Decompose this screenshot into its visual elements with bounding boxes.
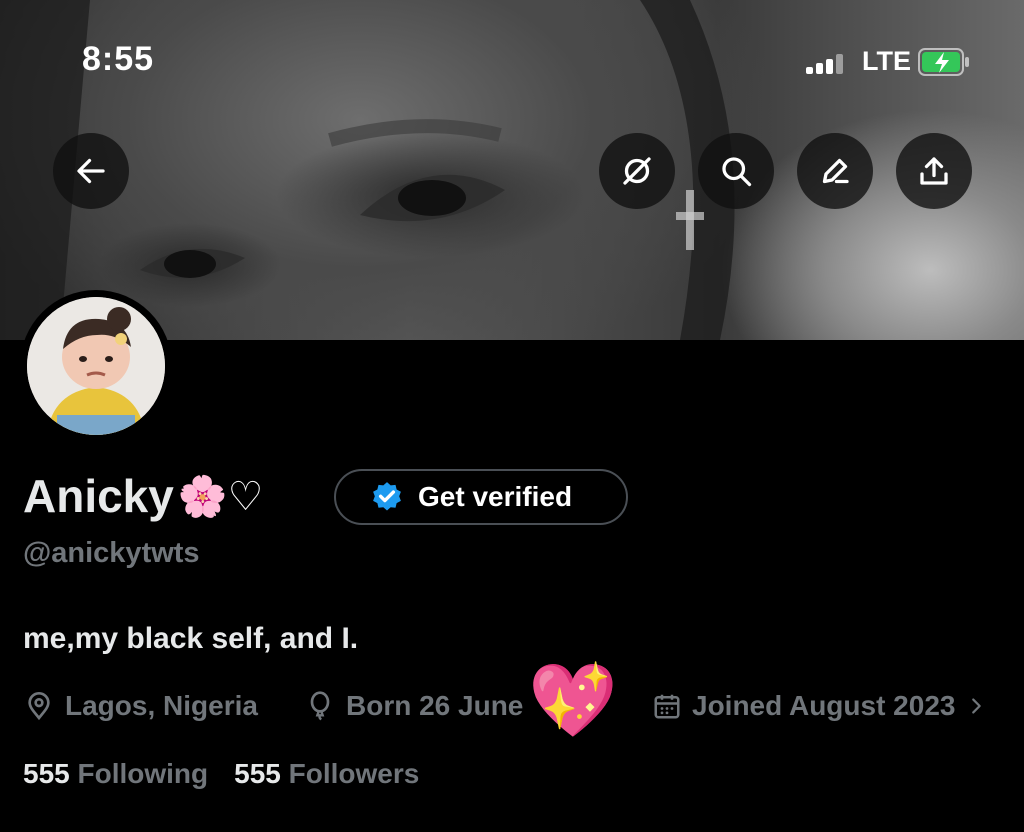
profile-handle: @anickytwts [23,537,200,569]
following-link[interactable]: 555 Following [23,758,208,790]
network-type: LTE [862,46,911,76]
cellular-signal-icon [806,54,846,74]
follow-stats: 555 Following 555 Followers [23,758,419,790]
avatar-photo [27,297,165,435]
name-emojis: 🌸♡ [177,473,264,520]
grok-button[interactable] [599,133,675,209]
calendar-icon [654,694,680,719]
profile-birthday: Born 26 June [304,686,523,726]
get-verified-label: Get verified [418,481,573,512]
display-name: Anicky [23,470,174,522]
birthday-text: Born 26 June [346,690,524,721]
edit-button[interactable] [797,133,873,209]
edit-pencil-icon [822,158,849,184]
grok-icon [623,157,651,185]
profile-bio: me,my black self, and I. [23,622,359,655]
arrow-left-icon [77,158,105,184]
followers-count: 555 [234,758,281,789]
share-button[interactable] [896,133,972,209]
joined-text: Joined August 2023 [692,690,956,721]
back-button[interactable] [53,133,129,209]
battery-charging-icon [918,48,969,76]
avatar[interactable] [20,290,172,442]
location-pin-icon [28,692,50,721]
following-label: Following [77,758,209,789]
balloon-icon [310,691,330,721]
following-count: 555 [23,758,70,789]
verified-badge-icon [373,482,401,511]
followers-label: Followers [288,758,420,789]
location-text: Lagos, Nigeria [65,690,258,721]
sparkle-heart-sticker: 💖 [528,658,618,742]
chevron-right-icon [972,698,982,714]
profile-name-row: Anicky 🌸♡ [23,466,264,526]
search-icon [722,157,752,187]
clock-time: 8:55 [82,40,155,78]
profile-location: Lagos, Nigeria [23,686,258,726]
get-verified-button[interactable]: Get verified [334,469,628,525]
followers-link[interactable]: 555 Followers [234,758,419,790]
profile-joined-date[interactable]: Joined August 2023 [652,686,987,726]
status-bar: 8:55 LTE [0,0,1024,120]
share-upload-icon [920,157,948,185]
search-button[interactable] [698,133,774,209]
